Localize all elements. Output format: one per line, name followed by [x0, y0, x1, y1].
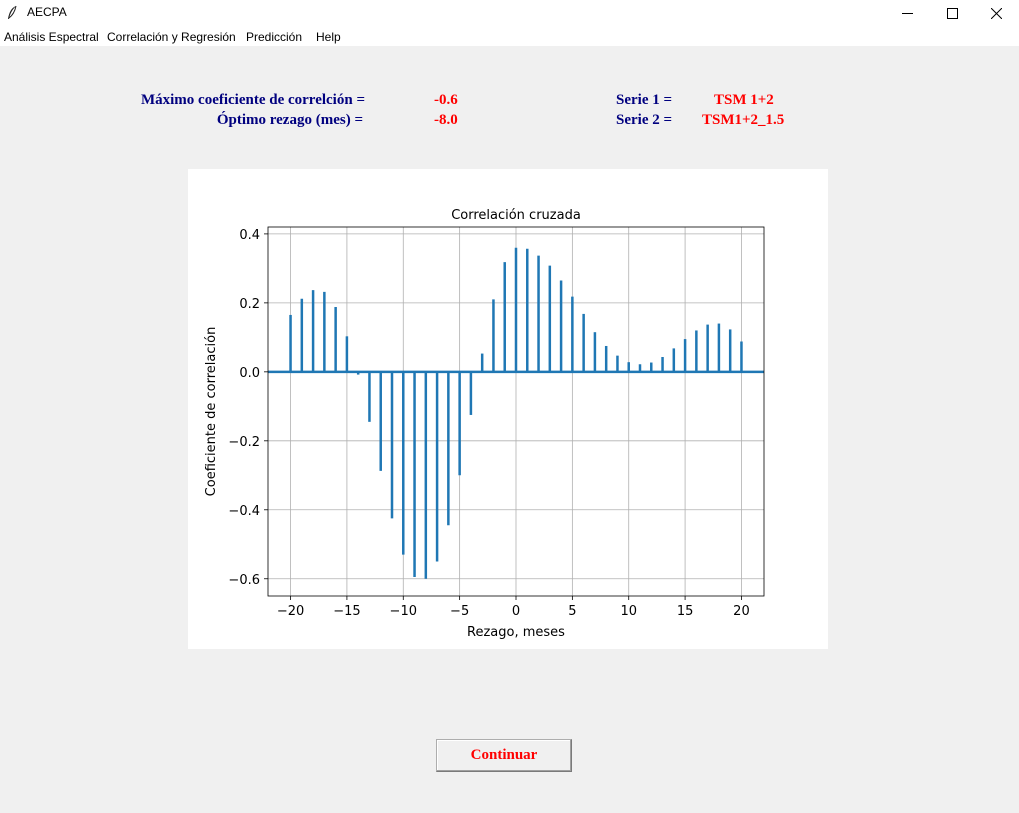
plot-panel: −20 −15 −10 −5 0 5 10 15 20 −0.6 −0.4 −0.2 0.0 0.2 0.4…: [188, 169, 828, 649]
x-tick-label: −15: [333, 604, 360, 619]
x-tick-label: 15: [677, 604, 694, 619]
lag-label: Óptimo rezago (mes) =: [216, 112, 363, 128]
close-icon: [990, 7, 1002, 19]
y-tick-label: 0.4: [239, 228, 260, 243]
serie1-label: Serie 1 =: [616, 92, 673, 108]
cross-correlation-chart: −20 −15 −10 −5 0 5 10 15 20 −0.6 −0.4 −0.2 0.0 0.2 0.4…: [204, 208, 765, 640]
x-tick-label: 20: [733, 604, 750, 619]
x-tick-label: −20: [277, 604, 304, 619]
y-tick-label: 0.2: [239, 297, 260, 312]
window-title: AECPA: [27, 5, 67, 19]
lag-value: -8.0: [434, 112, 458, 128]
serie2-label: Serie 2 =: [616, 112, 673, 128]
y-axis-label: Coeficiente de correlación: [204, 327, 219, 497]
x-tick-label: −5: [450, 604, 469, 619]
menu-analisis-espectral[interactable]: Análisis Espectral: [4, 30, 99, 44]
x-tick-label: 0: [512, 604, 520, 619]
y-tick-label: −0.2: [228, 435, 260, 450]
y-tick-label: −0.4: [228, 504, 260, 519]
y-tick-label: −0.6: [228, 573, 260, 588]
serie1-value: TSM 1+2: [714, 92, 774, 108]
minimize-button[interactable]: [884, 0, 930, 26]
x-axis-label: Rezago, meses: [467, 625, 565, 640]
maximize-button[interactable]: [929, 0, 975, 26]
continue-button[interactable]: Continuar: [436, 739, 572, 772]
menu-help[interactable]: Help: [316, 30, 341, 44]
title-bar: AECPA: [0, 0, 1019, 26]
minimize-icon: [901, 12, 913, 14]
close-button[interactable]: [973, 0, 1019, 26]
menu-prediccion[interactable]: Predicción: [246, 30, 302, 44]
x-tick-label: 5: [568, 604, 576, 619]
x-tick-label: −10: [390, 604, 417, 619]
x-tick-label: 10: [620, 604, 637, 619]
max-coef-value: -0.6: [434, 92, 458, 108]
menu-correlacion-regresion[interactable]: Correlación y Regresión: [107, 30, 236, 44]
tick-layer: −20 −15 −10 −5 0 5 10 15 20 −0.6 −0.4 −0.2 0.0 0.2 0.4: [228, 228, 749, 619]
menu-bar: Análisis Espectral Correlación y Regresi…: [0, 26, 1019, 46]
serie2-value: TSM1+2_1.5: [702, 112, 785, 128]
feather-icon: [8, 5, 17, 19]
max-coef-label: Máximo coeficiente de correlción =: [140, 92, 365, 108]
y-tick-label: 0.0: [239, 366, 260, 381]
maximize-icon: [946, 7, 958, 19]
chart-title: Correlación cruzada: [451, 208, 581, 223]
